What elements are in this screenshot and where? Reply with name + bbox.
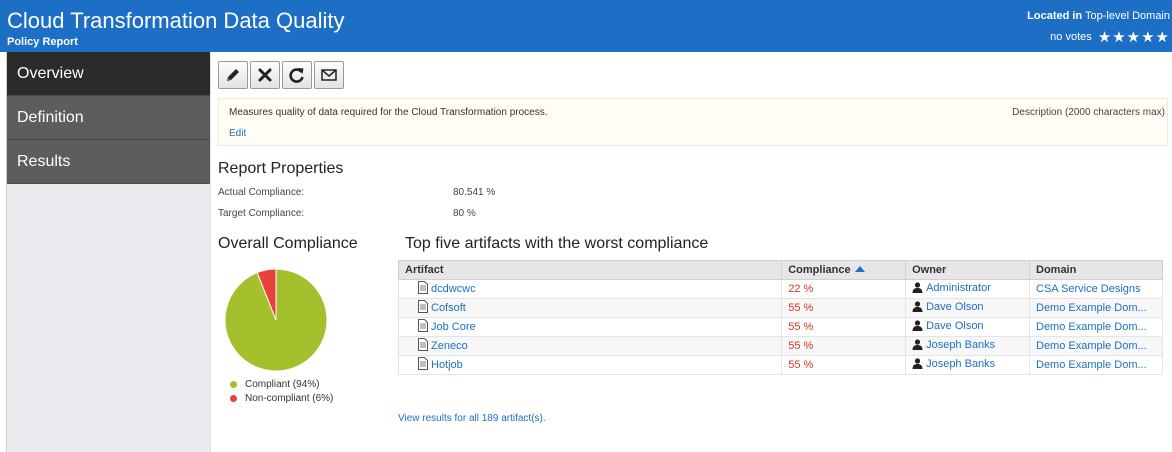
actual-compliance-value: 80.541 % xyxy=(453,187,496,198)
owner-link[interactable]: Joseph Banks xyxy=(926,339,995,351)
sort-ascending-icon xyxy=(854,266,865,272)
user-icon xyxy=(912,339,923,353)
owner-cell: Dave Olson xyxy=(905,298,1030,318)
artifact-cell: Hotjob xyxy=(397,355,783,375)
artifact-cell: Job Core xyxy=(397,317,783,337)
compliance-cell: 55 % xyxy=(781,355,907,375)
artifact-link[interactable]: Cofsoft xyxy=(431,302,466,314)
legend-item-noncompliant: Non-compliant (6%) xyxy=(230,393,333,404)
domain-link[interactable]: Demo Example Dom... xyxy=(1036,302,1147,314)
artifact-cell: Cofsoft xyxy=(397,298,783,318)
user-icon xyxy=(912,358,923,372)
domain-cell: Demo Example Dom... xyxy=(1029,355,1163,375)
location-label: Located in xyxy=(1027,10,1083,22)
artifact-link[interactable]: Zeneco xyxy=(431,340,468,352)
toolbar xyxy=(218,61,344,89)
artifact-link[interactable]: Job Core xyxy=(431,321,476,333)
delete-button[interactable] xyxy=(250,61,280,89)
worst-artifacts-table: Artifact Compliance Owner Domain dcdwcwc… xyxy=(397,260,1163,375)
votes-text: no votes xyxy=(1050,31,1092,43)
legend-label-noncompliant: Non-compliant (6%) xyxy=(245,393,334,404)
page-subtitle: Policy Report xyxy=(7,36,78,48)
envelope-icon xyxy=(321,69,337,81)
legend-label-compliant: Compliant (94%) xyxy=(245,379,320,390)
owner-link[interactable]: Administrator xyxy=(926,282,991,294)
report-properties-title: Report Properties xyxy=(218,160,344,177)
domain-link[interactable]: CSA Service Designs xyxy=(1036,283,1141,295)
target-compliance-label: Target Compliance: xyxy=(218,208,305,219)
document-icon xyxy=(417,300,429,316)
owner-cell: Administrator xyxy=(905,279,1030,299)
domain-cell: Demo Example Dom... xyxy=(1029,317,1163,337)
document-icon xyxy=(417,338,429,354)
worst-artifacts-title: Top five artifacts with the worst compli… xyxy=(405,235,709,252)
description-box: Measures quality of data required for th… xyxy=(218,98,1168,146)
compliance-cell: 55 % xyxy=(781,317,907,337)
table-row: Hotjob 55 % Joseph Banks Demo Example Dom..… xyxy=(397,355,1163,375)
compliance-pie-chart xyxy=(224,268,328,372)
domain-cell: CSA Service Designs xyxy=(1029,279,1163,299)
compliance-cell: 55 % xyxy=(781,298,907,318)
target-compliance-value: 80 % xyxy=(453,208,476,219)
owner-cell: Joseph Banks xyxy=(905,355,1030,375)
owner-cell: Dave Olson xyxy=(905,317,1030,337)
column-header-domain[interactable]: Domain xyxy=(1029,260,1163,280)
description-edit-link[interactable]: Edit xyxy=(229,128,246,139)
table-row: Zeneco 55 % Joseph Banks Demo Example Dom..… xyxy=(397,336,1163,356)
sidebar: Overview Definition Results xyxy=(6,52,211,452)
column-header-owner[interactable]: Owner xyxy=(905,260,1030,280)
document-icon xyxy=(417,357,429,373)
pencil-icon xyxy=(227,69,239,81)
column-header-compliance[interactable]: Compliance xyxy=(781,260,907,280)
compliant-dot-icon xyxy=(230,381,237,388)
user-icon xyxy=(912,282,923,296)
edit-button[interactable] xyxy=(218,61,248,89)
owner-link[interactable]: Joseph Banks xyxy=(926,358,995,370)
document-icon xyxy=(417,319,429,335)
email-button[interactable] xyxy=(314,61,344,89)
overall-compliance-title: Overall Compliance xyxy=(218,235,358,252)
noncompliant-dot-icon xyxy=(230,395,237,402)
sidebar-item-results[interactable]: Results xyxy=(7,140,210,184)
artifact-link[interactable]: Hotjob xyxy=(431,359,463,371)
description-hint: Description (2000 characters max) xyxy=(1012,107,1165,118)
compliance-header-label: Compliance xyxy=(788,264,851,276)
page-header: Cloud Transformation Data Quality Policy… xyxy=(0,0,1172,52)
rating-stars-icon[interactable]: ★★★★★ xyxy=(1098,28,1170,46)
owner-link[interactable]: Dave Olson xyxy=(926,301,983,313)
actual-compliance-label: Actual Compliance: xyxy=(218,187,305,198)
column-header-artifact[interactable]: Artifact xyxy=(397,260,783,280)
artifact-cell: dcdwcwc xyxy=(397,279,783,299)
user-icon xyxy=(912,301,923,315)
rating-area: no votes ★★★★★ xyxy=(1050,28,1170,46)
domain-cell: Demo Example Dom... xyxy=(1029,298,1163,318)
owner-cell: Joseph Banks xyxy=(905,336,1030,356)
table-header-row: Artifact Compliance Owner Domain xyxy=(397,260,1163,280)
domain-cell: Demo Example Dom... xyxy=(1029,336,1163,356)
domain-link[interactable]: Demo Example Dom... xyxy=(1036,359,1147,371)
close-icon xyxy=(258,68,272,82)
table-row: Cofsoft 55 % Dave Olson Demo Example Dom... xyxy=(397,298,1163,318)
location-info: Located in Top-level Domain xyxy=(1027,10,1170,22)
owner-link[interactable]: Dave Olson xyxy=(926,320,983,332)
view-all-results-link[interactable]: View results for all 189 artifact(s). xyxy=(398,413,546,424)
artifact-link[interactable]: dcdwcwc xyxy=(431,283,476,295)
legend-item-compliant: Compliant (94%) xyxy=(230,379,319,390)
table-row: Job Core 55 % Dave Olson Demo Example Dom..… xyxy=(397,317,1163,337)
sidebar-item-definition[interactable]: Definition xyxy=(7,96,210,140)
domain-link[interactable]: Demo Example Dom... xyxy=(1036,340,1147,352)
description-text: Measures quality of data required for th… xyxy=(229,107,548,118)
domain-link[interactable]: Demo Example Dom... xyxy=(1036,321,1147,333)
compliance-cell: 22 % xyxy=(781,279,907,299)
table-row: dcdwcwc 22 % Administrator CSA Service Desi… xyxy=(397,279,1163,299)
sidebar-item-overview[interactable]: Overview xyxy=(7,52,210,96)
compliance-cell: 55 % xyxy=(781,336,907,356)
refresh-button[interactable] xyxy=(282,61,312,89)
user-icon xyxy=(912,320,923,334)
refresh-icon xyxy=(289,68,304,83)
page-title: Cloud Transformation Data Quality xyxy=(7,8,345,33)
location-link[interactable]: Top-level Domain xyxy=(1085,10,1170,22)
artifact-cell: Zeneco xyxy=(397,336,783,356)
document-icon xyxy=(417,281,429,297)
